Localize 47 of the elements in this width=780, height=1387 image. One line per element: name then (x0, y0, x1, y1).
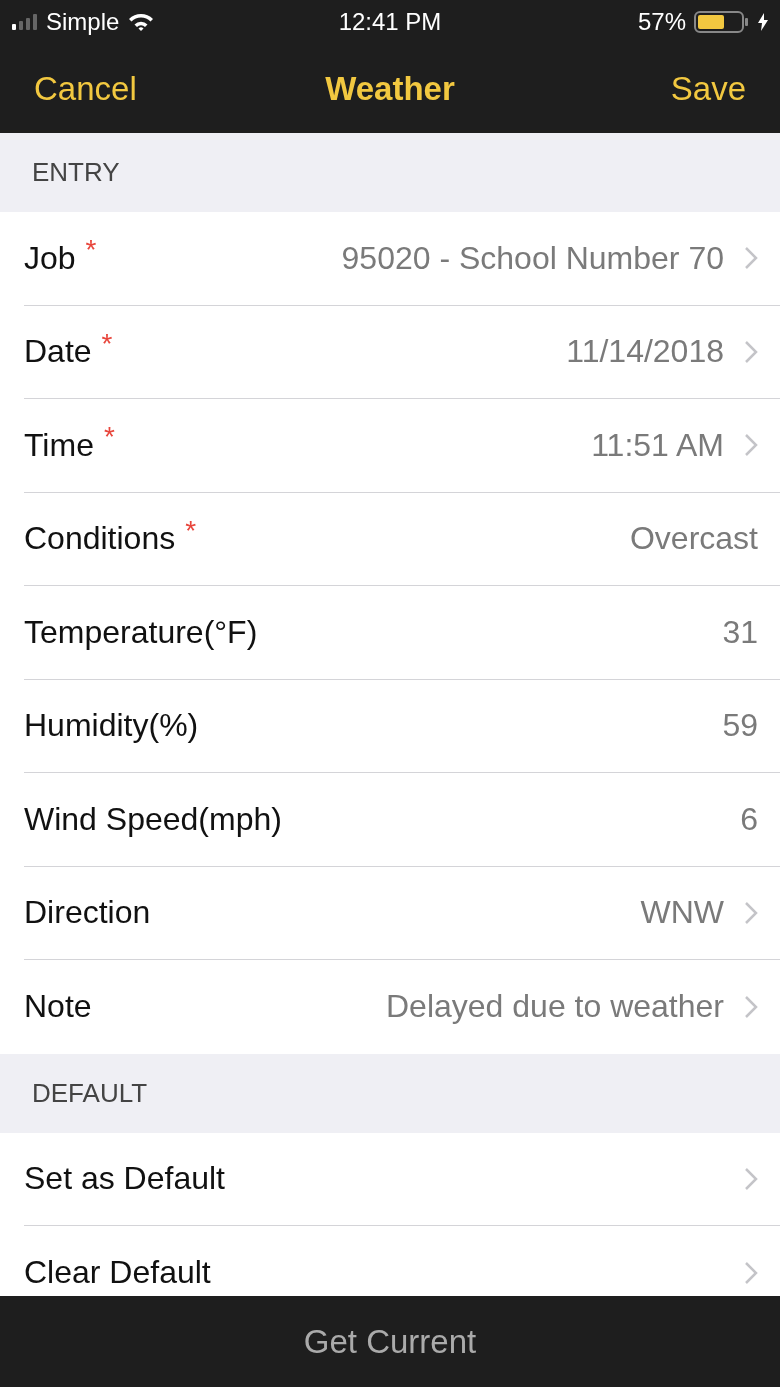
row-label: Humidity(%) (24, 707, 199, 745)
row-label: Date (24, 333, 92, 371)
required-asterisk: * (101, 327, 113, 360)
row-value: 59 (722, 707, 758, 745)
row-label: Clear Default (24, 1254, 211, 1292)
row-label: Job (24, 239, 76, 277)
get-current-button[interactable]: Get Current (0, 1296, 780, 1387)
list-row[interactable]: Time * 11:51 AM (0, 399, 780, 493)
row-value: 95020 - School Number 70 (341, 239, 724, 277)
list-row[interactable]: Temperature(°F) 31 (0, 586, 780, 680)
cancel-button[interactable]: Cancel (34, 69, 137, 108)
row-label: Direction (24, 894, 151, 932)
row-label: Conditions (24, 520, 176, 558)
screen-title: Weather (325, 69, 455, 108)
list-row[interactable]: Direction WNW (0, 866, 780, 960)
list-row[interactable]: Conditions * Overcast (0, 492, 780, 586)
list-row[interactable]: Set as Default (0, 1132, 780, 1226)
save-button[interactable]: Save (670, 69, 746, 108)
section-header: DEFAULT (32, 1077, 148, 1109)
row-label: Set as Default (24, 1160, 225, 1198)
carrier-name: Simple (46, 8, 120, 36)
wifi-icon (127, 12, 156, 32)
row-value: 11:51 AM (591, 426, 724, 464)
battery-icon (694, 11, 750, 33)
list-row[interactable]: Date * 11/14/2018 (0, 305, 780, 399)
battery-percent: 57% (637, 8, 686, 36)
required-asterisk: * (103, 421, 115, 454)
row-value: Overcast (629, 520, 758, 558)
list-row[interactable]: Clear Default (0, 1226, 780, 1296)
required-asterisk: * (185, 514, 197, 547)
row-value: 31 (722, 613, 758, 651)
row-value: 11/14/2018 (566, 333, 724, 371)
list-row[interactable]: Note Delayed due to weather (0, 960, 780, 1054)
list-row[interactable]: Job * 95020 - School Number 70 (0, 212, 780, 306)
list-row[interactable]: Humidity(%) 59 (0, 679, 780, 773)
row-value: Delayed due to weather (386, 988, 724, 1026)
status-time: 12:41 PM (338, 8, 442, 36)
row-label: Note (24, 988, 92, 1026)
list-row[interactable]: Wind Speed(mph) 6 (0, 773, 780, 867)
row-value: WNW (640, 894, 724, 932)
required-asterisk: * (85, 234, 97, 267)
signal-icon (12, 14, 38, 30)
row-value: 6 (740, 800, 758, 838)
row-label: Temperature(°F) (24, 613, 258, 651)
row-label: Wind Speed(mph) (24, 800, 282, 838)
row-label: Time (24, 426, 94, 464)
section-header: ENTRY (32, 157, 120, 188)
